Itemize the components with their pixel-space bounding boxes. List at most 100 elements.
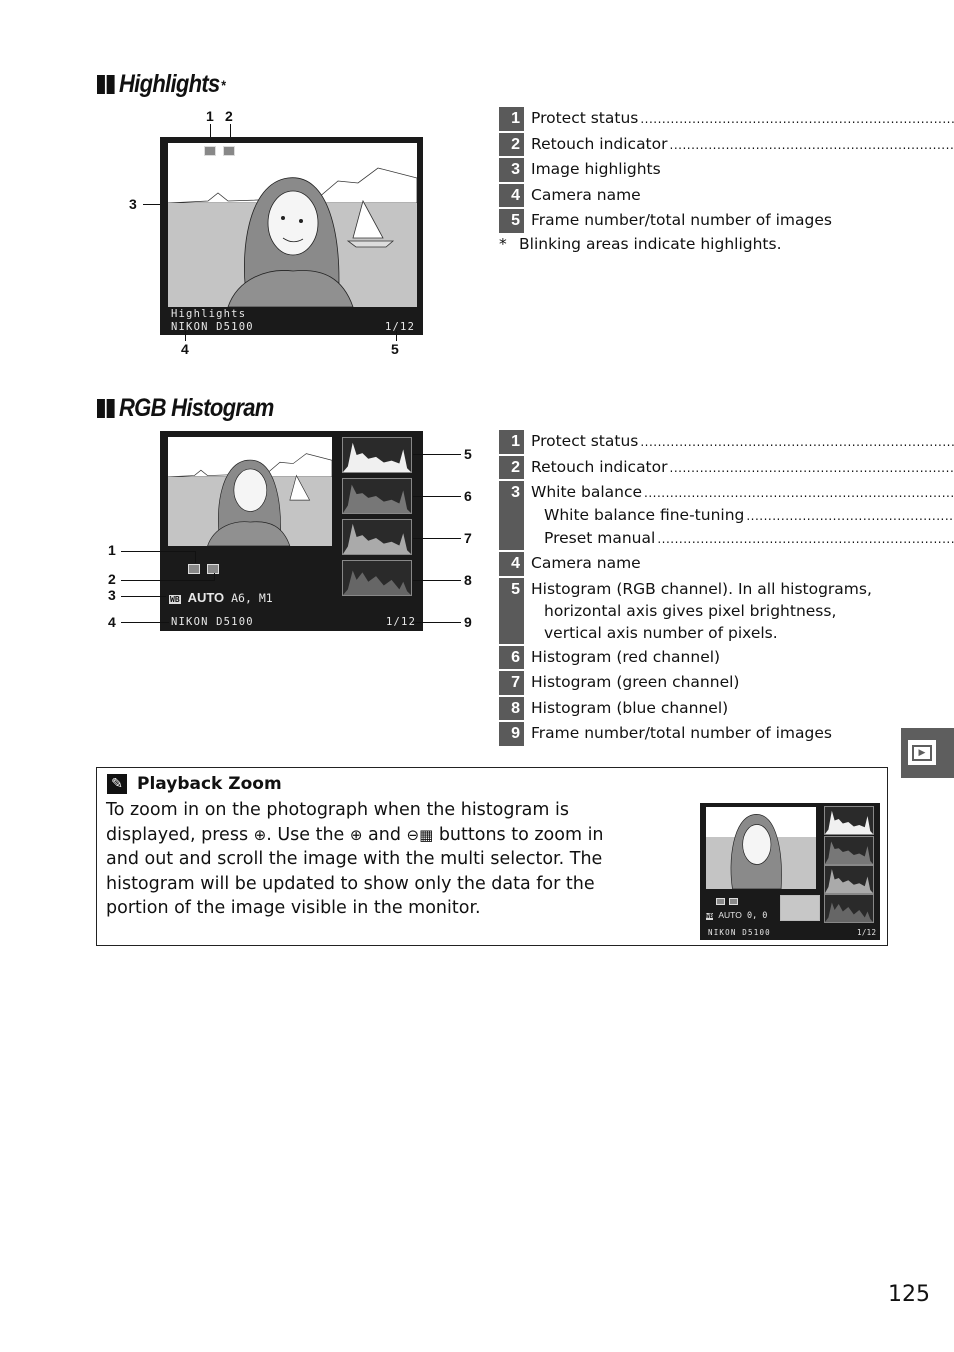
- legend-item: 3 White balance81 White balance fine-tun…: [499, 481, 883, 550]
- legend-item: 4 Camera name: [499, 552, 883, 576]
- callout-4: 4: [181, 341, 189, 357]
- callout-line: [121, 580, 215, 581]
- histogram-blue: [342, 560, 412, 596]
- item-number: 5: [499, 209, 524, 233]
- item-number: 7: [499, 671, 524, 695]
- section-marker-icon: [97, 399, 115, 418]
- playback-zoom-screen: WB AUTO 0, 0 NIKON D5100 1/12: [700, 803, 880, 940]
- legend-item: 8 Histogram (blue channel): [499, 696, 883, 720]
- callout-7: 7: [464, 530, 472, 546]
- item-number: 4: [499, 552, 524, 576]
- item-number: 2: [499, 455, 524, 479]
- wb-fine-tune: A6, M1: [231, 591, 273, 605]
- footnote: * Blinking areas indicate highlights.: [499, 235, 883, 253]
- sub-item-label: White balance fine-tuning: [544, 506, 745, 524]
- legend-item: 7 Histogram (green channel): [499, 671, 883, 695]
- item-number: 2: [499, 132, 524, 156]
- tip-title: Playback Zoom: [137, 774, 282, 794]
- callout-line: [121, 551, 196, 552]
- page-number: 125: [888, 1282, 930, 1307]
- title-text: Highlights: [119, 70, 220, 98]
- playback-icon: ▶: [912, 744, 932, 761]
- tip-header: ✎ Playback Zoom: [107, 774, 282, 794]
- footnote-mark: *: [499, 234, 507, 253]
- legend-item: 3 Image highlights: [499, 158, 883, 182]
- callout-2: 2: [225, 108, 233, 124]
- section-title-rgb-histogram: RGB Histogram: [97, 394, 274, 423]
- callout-6: 6: [464, 488, 472, 504]
- zoom-in-icon: ⊕: [253, 825, 267, 844]
- title-text: RGB Histogram: [119, 394, 274, 422]
- protect-status-icon: [204, 146, 216, 156]
- legend-item: 6 Histogram (red channel): [499, 645, 883, 669]
- osd-mode-label: Highlights: [171, 308, 247, 320]
- item-label: Frame number/total number of images: [531, 211, 832, 229]
- histogram-red: [824, 836, 874, 865]
- highlights-legend-list: 1Protect status132 2Retouch indicator177…: [499, 107, 883, 253]
- item-label: Camera name: [531, 185, 641, 204]
- callout-8: 8: [464, 572, 472, 588]
- sub-item-label: Preset manual: [544, 529, 656, 547]
- item-number: 5: [499, 577, 524, 644]
- item-number: 8: [499, 696, 524, 720]
- tab-icon-frame: ▶: [908, 740, 936, 765]
- histogram-green: [824, 865, 874, 894]
- callout-4: 4: [108, 614, 116, 630]
- zoom-navigation-window: [780, 895, 820, 921]
- camera-name: NIKON D5100: [171, 616, 254, 628]
- callout-line: [413, 580, 461, 581]
- rgb-legend-list: 1Protect status132 2Retouch indicator177…: [499, 430, 883, 748]
- tip-body: To zoom in on the photograph when the hi…: [106, 798, 606, 921]
- item-number: 1: [499, 107, 524, 131]
- playback-chapter-tab[interactable]: ▶: [901, 728, 954, 778]
- wb-value: AUTO: [187, 590, 225, 605]
- item-description: horizontal axis gives pixel brightness, …: [544, 601, 837, 642]
- legend-item: 2Retouch indicator177: [499, 132, 883, 156]
- item-label: Camera name: [531, 554, 641, 572]
- legend-item: 1Protect status132: [499, 430, 883, 454]
- item-label: Histogram (RGB channel). In all histogra…: [531, 579, 872, 598]
- portrait-illustration: [168, 143, 417, 307]
- retouch-indicator-icon: [223, 146, 235, 156]
- section-marker-icon: [97, 75, 115, 94]
- frame-number: 1/12: [857, 928, 877, 937]
- callout-line: [413, 622, 461, 623]
- protect-status-icon: [716, 898, 725, 905]
- legend-item: 5 Histogram (RGB channel). In all histogr…: [499, 577, 883, 644]
- item-label: Retouch indicator: [531, 457, 668, 476]
- tip-text: . Use the: [266, 824, 350, 845]
- item-label: Histogram (green channel): [531, 673, 740, 691]
- item-number: 1: [499, 430, 524, 454]
- callout-line: [413, 538, 461, 539]
- footnote-text: Blinking areas indicate highlights.: [519, 234, 782, 253]
- callout-5: 5: [464, 446, 472, 462]
- photo-preview: [168, 437, 332, 546]
- legend-item: 9 Frame number/total number of images: [499, 722, 883, 746]
- wb-value: AUTO: [718, 910, 742, 920]
- zoom-out-thumbnail-icon: ⊖▦: [406, 825, 434, 844]
- rgb-histogram-screen: WB AUTO A6, M1 NIKON D5100 1/12: [160, 431, 423, 631]
- callout-1: 1: [206, 108, 214, 124]
- histogram-rgb: [824, 806, 874, 835]
- histogram-blue: [824, 894, 874, 923]
- histogram-rgb: [342, 437, 412, 473]
- item-label: Protect status: [531, 109, 639, 127]
- wb-badge-icon: WB: [169, 595, 181, 604]
- highlights-screen: Highlights NIKON D5100 1/12: [160, 137, 423, 335]
- item-label: Protect status: [531, 432, 639, 450]
- callout-line: [185, 331, 186, 341]
- tip-text: and: [362, 824, 407, 845]
- camera-name: NIKON D5100: [708, 928, 771, 937]
- item-number: 3: [499, 158, 524, 182]
- item-label: Retouch indicator: [531, 134, 668, 153]
- callout-line: [121, 622, 169, 623]
- callout-9: 9: [464, 614, 472, 630]
- callout-line: [214, 573, 215, 581]
- item-number: 9: [499, 722, 524, 746]
- callout-line: [396, 331, 397, 341]
- wb-badge-icon: WB: [706, 913, 714, 920]
- retouch-indicator-icon: [729, 898, 738, 905]
- item-label: White balance: [531, 483, 643, 501]
- item-number: 3: [499, 481, 524, 550]
- playback-zoom-tip: ✎ Playback Zoom To zoom in on the photog…: [96, 767, 888, 946]
